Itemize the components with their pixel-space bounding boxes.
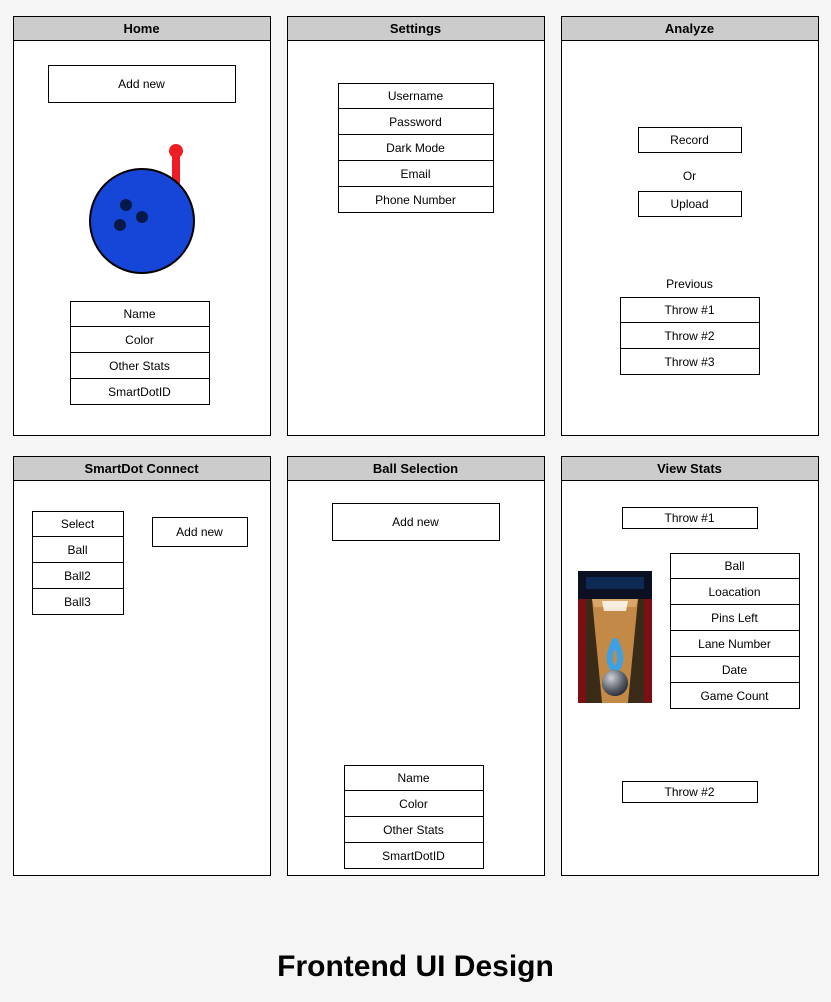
settings-fields: Username Password Dark Mode Email Phone … [338, 83, 494, 213]
panel-header-settings: Settings [288, 17, 544, 41]
list-item[interactable]: Ball2 [32, 563, 124, 589]
view-stats-fields: Ball Loacation Pins Left Lane Number Dat… [670, 553, 800, 709]
panel-body-smartdot: Select Ball Ball2 Ball3 Add new [14, 481, 270, 875]
home-stats-list: Name Color Other Stats SmartDotID [70, 301, 210, 405]
upload-button[interactable]: Upload [638, 191, 742, 217]
panel-ball-selection: Ball Selection Add new Name Color Other … [287, 456, 545, 876]
stat-field[interactable]: Loacation [670, 579, 800, 605]
throw-item[interactable]: Throw #3 [620, 349, 760, 375]
throw-item[interactable]: Throw #2 [620, 323, 760, 349]
panel-settings: Settings Username Password Dark Mode Ema… [287, 16, 545, 436]
stat-field[interactable]: Name [344, 765, 484, 791]
panel-home: Home Add new Name Color Other Stats Smar… [13, 16, 271, 436]
add-new-button[interactable]: Add new [48, 65, 236, 103]
panel-header-smartdot: SmartDot Connect [14, 457, 270, 481]
previous-label: Previous [562, 277, 818, 291]
panel-body-analyze: Record Or Upload Previous Throw #1 Throw… [562, 41, 818, 435]
settings-field[interactable]: Dark Mode [338, 135, 494, 161]
previous-throws-list: Throw #1 Throw #2 Throw #3 [620, 297, 760, 375]
bowling-lane-image [578, 571, 652, 703]
panel-analyze: Analyze Record Or Upload Previous Throw … [561, 16, 819, 436]
smartdot-ball-list: Select Ball Ball2 Ball3 [32, 511, 124, 615]
panel-body-home: Add new Name Color Other Stats SmartDotI… [14, 41, 270, 435]
stat-field[interactable]: Game Count [670, 683, 800, 709]
stat-field[interactable]: Ball [670, 553, 800, 579]
add-new-button[interactable]: Add new [152, 517, 248, 547]
add-new-button[interactable]: Add new [332, 503, 500, 541]
stat-field[interactable]: Name [70, 301, 210, 327]
panel-body-view-stats: Throw #1 [562, 481, 818, 875]
list-item[interactable]: Ball3 [32, 589, 124, 615]
panel-header-analyze: Analyze [562, 17, 818, 41]
settings-field[interactable]: Email [338, 161, 494, 187]
or-label: Or [562, 169, 818, 183]
stat-field[interactable]: Color [70, 327, 210, 353]
panel-body-settings: Username Password Dark Mode Email Phone … [288, 41, 544, 435]
stat-field[interactable]: Other Stats [344, 817, 484, 843]
wireframe-grid: Home Add new Name Color Other Stats Smar… [16, 16, 815, 876]
list-item[interactable]: Ball [32, 537, 124, 563]
stat-field[interactable]: SmartDotID [70, 379, 210, 405]
throw-header[interactable]: Throw #2 [622, 781, 758, 803]
ball-stats-list: Name Color Other Stats SmartDotID [344, 765, 484, 869]
settings-field[interactable]: Username [338, 83, 494, 109]
stat-field[interactable]: Other Stats [70, 353, 210, 379]
panel-smartdot-connect: SmartDot Connect Select Ball Ball2 Ball3… [13, 456, 271, 876]
settings-field[interactable]: Phone Number [338, 187, 494, 213]
panel-header-view-stats: View Stats [562, 457, 818, 481]
settings-field[interactable]: Password [338, 109, 494, 135]
page-title: Frontend UI Design [0, 950, 831, 984]
stat-field[interactable]: Date [670, 657, 800, 683]
bowling-ball-icon [72, 141, 212, 281]
record-button[interactable]: Record [638, 127, 742, 153]
panel-body-ball-selection: Add new Name Color Other Stats SmartDotI… [288, 481, 544, 875]
panel-header-home: Home [14, 17, 270, 41]
stat-field[interactable]: Color [344, 791, 484, 817]
stat-field[interactable]: SmartDotID [344, 843, 484, 869]
throw-item[interactable]: Throw #1 [620, 297, 760, 323]
panel-header-ball-selection: Ball Selection [288, 457, 544, 481]
panel-view-stats: View Stats Throw #1 [561, 456, 819, 876]
list-item[interactable]: Select [32, 511, 124, 537]
throw-header[interactable]: Throw #1 [622, 507, 758, 529]
stat-field[interactable]: Pins Left [670, 605, 800, 631]
stat-field[interactable]: Lane Number [670, 631, 800, 657]
